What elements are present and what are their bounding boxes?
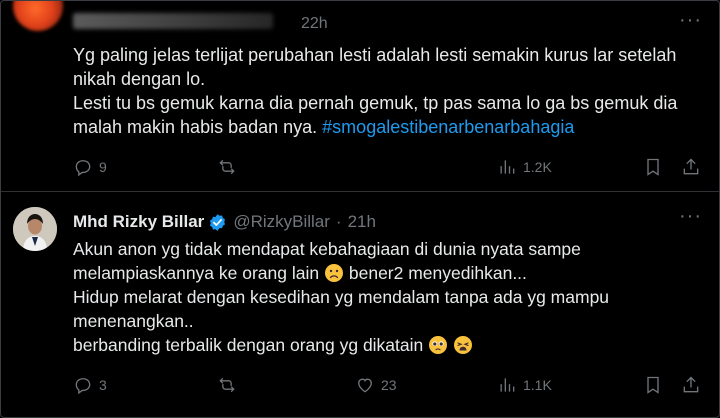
reply-button[interactable]: 9 xyxy=(73,155,107,179)
tweet-line-text: berbanding terbalik dengan orang yg dika… xyxy=(73,335,424,355)
avatar-blurred[interactable] xyxy=(13,1,63,31)
tweet-time[interactable]: 21h xyxy=(348,212,376,232)
tweet-line: Lesti tu bs gemuk karna dia pernah gemuk… xyxy=(73,93,678,113)
tweet-line: menenangkan.. xyxy=(73,311,194,331)
views-count: 1.2K xyxy=(523,159,552,175)
tweet-time[interactable]: 22h xyxy=(301,15,328,33)
hashtag-link[interactable]: #smogalestibenarbenarbahagia xyxy=(322,117,574,137)
reply-count: 3 xyxy=(99,377,107,393)
weary-face-emoji xyxy=(454,336,473,354)
tweet-divider xyxy=(1,191,719,192)
reply-icon xyxy=(75,160,91,177)
like-icon xyxy=(358,378,372,393)
tweet-actions: 3 23 1.1K xyxy=(73,373,703,397)
share-icon xyxy=(683,376,699,393)
reply-button[interactable]: 3 xyxy=(73,373,107,397)
bookmark-icon xyxy=(647,376,659,394)
tweet-line: berbanding terbalik dengan orang yg dika… xyxy=(73,333,709,357)
bookmark-button[interactable] xyxy=(643,155,663,179)
retweet-button[interactable] xyxy=(217,155,237,179)
verified-badge-icon xyxy=(210,213,226,231)
views-icon xyxy=(500,378,515,392)
share-button[interactable] xyxy=(681,373,701,397)
tweet-line-text: melampiaskannya ke orang lain xyxy=(73,263,320,283)
retweet-icon xyxy=(219,377,235,393)
author-handle[interactable]: @RizkyBillar xyxy=(233,212,330,232)
tweet-text: Akun anon yg tidak mendapat kebahagiaan … xyxy=(73,237,709,357)
author-name-blurred xyxy=(73,13,273,29)
views-button[interactable]: 1.2K xyxy=(497,155,552,179)
tweet-header: Mhd Rizky Billar @RizkyBillar · 21h xyxy=(73,211,376,233)
retweet-button[interactable] xyxy=(217,373,237,397)
tweet-line: Hidup melarat dengan kesedihan yg mendal… xyxy=(73,287,610,307)
separator-dot: · xyxy=(335,212,342,231)
tweet-line: nikah dengan lo. xyxy=(73,69,206,89)
views-button[interactable]: 1.1K xyxy=(497,373,552,397)
tweet-text: Yg paling jelas terlijat perubahan lesti… xyxy=(73,43,709,139)
more-icon[interactable]: ··· xyxy=(679,205,702,228)
share-icon xyxy=(683,158,699,175)
tweet-line: Akun anon yg tidak mendapat kebahagiaan … xyxy=(73,239,581,259)
like-count: 23 xyxy=(381,377,397,393)
tweet-line: melampiaskannya ke orang lain bener2 men… xyxy=(73,261,709,285)
tweet-line-text: malah makin habis badan nya. xyxy=(73,117,318,137)
tweet-line: Yg paling jelas terlijat perubahan lesti… xyxy=(73,45,677,65)
reply-icon xyxy=(75,378,91,395)
tweet-line-text: bener2 menyedihkan... xyxy=(348,263,527,283)
share-button[interactable] xyxy=(681,155,701,179)
author-name[interactable]: Mhd Rizky Billar xyxy=(73,212,204,232)
avatar-photo xyxy=(13,207,57,251)
bookmark-button[interactable] xyxy=(643,373,663,397)
views-count: 1.1K xyxy=(523,377,552,393)
more-icon[interactable]: ··· xyxy=(679,9,702,32)
pleading-face-emoji xyxy=(429,336,448,354)
like-button[interactable]: 23 xyxy=(355,373,397,397)
tweet-line: malah makin habis badan nya. #smogalesti… xyxy=(73,115,709,139)
views-icon xyxy=(500,160,515,174)
tweet-actions: 9 1.2K xyxy=(73,155,703,179)
bookmark-icon xyxy=(647,158,659,176)
retweet-icon xyxy=(219,159,235,175)
reply-count: 9 xyxy=(99,159,107,175)
avatar[interactable] xyxy=(13,207,57,251)
timeline: 22h ··· Yg paling jelas terlijat perubah… xyxy=(0,0,720,418)
sad-face-emoji xyxy=(325,264,343,282)
